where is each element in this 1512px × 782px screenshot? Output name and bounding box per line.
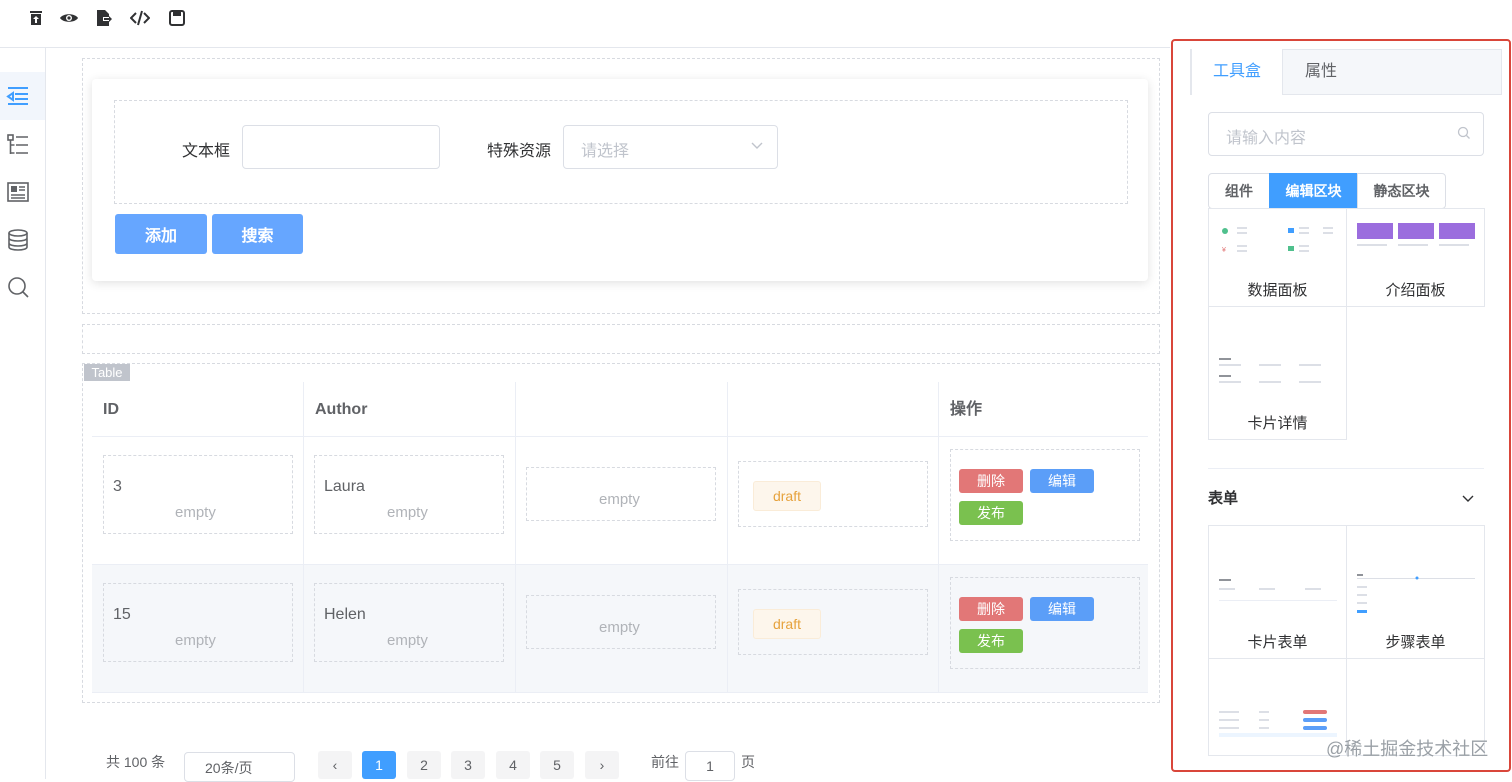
top-toolbar: [0, 0, 1170, 48]
edit-button[interactable]: 编辑: [1030, 597, 1094, 621]
column-header-author: Author: [304, 382, 516, 437]
layout-icon[interactable]: [5, 179, 31, 205]
watermark: @稀土掘金技术社区: [1326, 739, 1489, 759]
page-button[interactable]: 5: [540, 751, 574, 779]
page-unit-label: 页: [741, 754, 755, 770]
preview-icon[interactable]: [59, 8, 79, 28]
column-divider: [727, 437, 728, 693]
pagination-total: 共 100 条: [106, 754, 166, 770]
left-sidebar: [0, 48, 46, 779]
block-step-form[interactable]: 步骤表单: [1346, 525, 1485, 659]
actions-cell-outline[interactable]: [950, 449, 1140, 541]
id-cell-value: 3: [113, 478, 122, 495]
block-label: 卡片表单: [1247, 634, 1308, 651]
data-panel-thumbnail: ¥: [1222, 227, 1333, 254]
text-field-input[interactable]: [242, 125, 440, 169]
card-form-thumbnail: [1219, 579, 1337, 601]
text-field-label: 文本框: [182, 143, 231, 160]
svg-text:¥: ¥: [1222, 247, 1226, 254]
column-header-actions: 操作: [939, 382, 1148, 437]
intro-panel-thumbnail: [1357, 223, 1475, 246]
delete-button[interactable]: 删除: [959, 469, 1023, 493]
edit-button[interactable]: 编辑: [1030, 469, 1094, 493]
empty-placeholder: empty: [599, 619, 640, 636]
block-card-detail[interactable]: 卡片详情: [1208, 306, 1347, 440]
goto-label: 前往: [651, 754, 679, 770]
empty-placeholder: empty: [175, 632, 216, 649]
search-icon: [1457, 126, 1471, 140]
column-divider: [938, 437, 939, 693]
chevron-down-icon[interactable]: [1461, 491, 1475, 505]
next-page-button[interactable]: ›: [585, 751, 619, 779]
delete-icon[interactable]: [26, 8, 46, 28]
step-form-thumbnail: [1357, 574, 1475, 613]
id-cell-outline[interactable]: [103, 455, 293, 534]
section-divider: [1208, 468, 1484, 469]
empty-placeholder: empty: [387, 632, 428, 649]
author-cell-value: Laura: [324, 478, 365, 495]
prev-page-button[interactable]: ‹: [318, 751, 352, 779]
status-tag: draft: [753, 481, 821, 511]
column-divider: [515, 437, 516, 693]
column-header-4: [728, 382, 939, 437]
search-icon[interactable]: [5, 274, 31, 300]
block-label: 数据面板: [1247, 282, 1308, 299]
publish-button[interactable]: 发布: [959, 629, 1023, 653]
resource-select-label: 特殊资源: [487, 143, 552, 160]
search-button[interactable]: 搜索: [212, 214, 303, 254]
id-cell-outline[interactable]: [103, 583, 293, 662]
id-cell-value: 15: [113, 606, 131, 623]
page-button[interactable]: 4: [496, 751, 530, 779]
database-icon[interactable]: [5, 227, 31, 253]
export-icon[interactable]: [94, 8, 114, 28]
status-tag: draft: [753, 609, 821, 639]
goto-page-input[interactable]: 1: [685, 751, 735, 781]
column-header-3: [516, 382, 728, 437]
empty-placeholder: empty: [599, 491, 640, 508]
resource-select-placeholder: 请选择: [581, 143, 630, 160]
tab-properties[interactable]: 属性: [1283, 49, 1359, 95]
publish-button[interactable]: 发布: [959, 501, 1023, 525]
segment-components[interactable]: 组件: [1208, 173, 1270, 209]
table-tag: Table: [84, 364, 130, 381]
form-section-title: 表单: [1208, 490, 1239, 507]
page-size-value: 20条/页: [205, 760, 253, 776]
empty-placeholder: empty: [387, 504, 428, 521]
column-divider: [303, 437, 304, 693]
page-button[interactable]: 2: [407, 751, 441, 779]
block-data-panel[interactable]: ¥ 数据面板: [1208, 208, 1347, 307]
block-label: 卡片详情: [1247, 415, 1308, 432]
tab-toolbox[interactable]: 工具盒: [1191, 49, 1283, 95]
tree-icon[interactable]: [5, 132, 31, 158]
block-card-form[interactable]: 卡片表单: [1208, 525, 1347, 659]
add-button[interactable]: 添加: [115, 214, 207, 254]
page-button[interactable]: 1: [362, 751, 396, 779]
empty-container-outline[interactable]: [82, 324, 1160, 354]
panel-search-placeholder: 请输入内容: [1226, 130, 1307, 147]
page-button[interactable]: 3: [451, 751, 485, 779]
delete-button[interactable]: 删除: [959, 597, 1023, 621]
outline-icon[interactable]: [5, 83, 31, 109]
form-block-thumbnail: [1219, 710, 1337, 737]
segment-static-blocks[interactable]: 静态区块: [1357, 173, 1446, 209]
column-header-id: ID: [92, 382, 304, 437]
save-icon[interactable]: [167, 8, 187, 28]
card-detail-thumbnail: [1219, 358, 1321, 383]
chevron-down-icon: [750, 138, 764, 152]
segment-edit-blocks[interactable]: 编辑区块: [1269, 173, 1358, 209]
block-intro-panel[interactable]: 介绍面板: [1346, 208, 1485, 307]
block-label: 介绍面板: [1385, 282, 1446, 299]
code-icon[interactable]: [129, 8, 151, 28]
actions-cell-outline[interactable]: [950, 577, 1140, 669]
block-label: 步骤表单: [1385, 634, 1446, 651]
author-cell-value: Helen: [324, 606, 366, 623]
empty-placeholder: empty: [175, 504, 216, 521]
